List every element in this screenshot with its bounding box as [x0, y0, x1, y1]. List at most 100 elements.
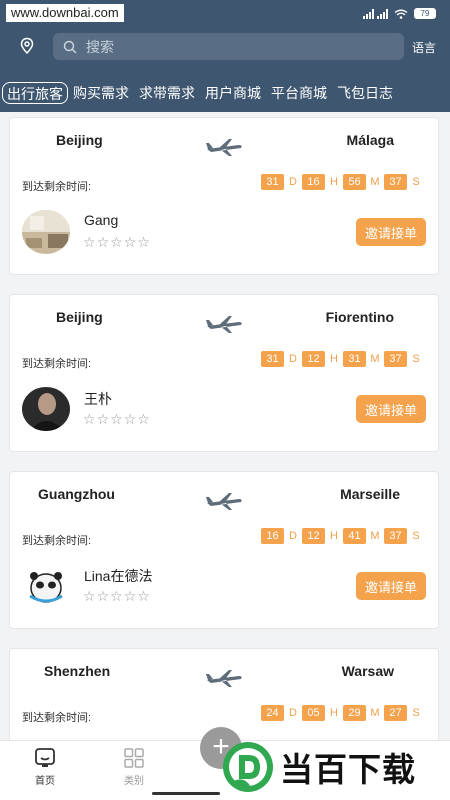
avatar[interactable] — [22, 564, 70, 608]
signal-icon — [363, 8, 388, 19]
countdown-days: 31 — [261, 351, 284, 367]
home-indicator[interactable] — [152, 792, 220, 795]
countdown-timer: 31 D 16 H 56 M 37 S — [261, 174, 421, 190]
invite-order-button[interactable]: 邀请接单 — [356, 395, 426, 423]
star-icon: ☆ — [137, 234, 150, 250]
countdown-days: 24 — [261, 705, 284, 721]
tab-travelers[interactable]: 出行旅客 — [2, 82, 68, 104]
countdown-minutes: 56 — [343, 174, 366, 190]
countdown-minutes: 31 — [343, 351, 366, 367]
seconds-unit: S — [412, 176, 420, 188]
countdown-days: 31 — [261, 174, 284, 190]
minutes-unit: M — [370, 176, 380, 188]
star-icon: ☆ — [110, 411, 123, 427]
minutes-unit: M — [370, 530, 380, 542]
countdown-hours: 12 — [302, 351, 325, 367]
rating-stars: ☆ ☆ ☆ ☆ ☆ — [83, 412, 150, 426]
user-name: Lina在德法 — [84, 568, 153, 584]
countdown-hours: 16 — [302, 174, 325, 190]
star-icon: ☆ — [83, 411, 96, 427]
seconds-unit: S — [412, 353, 420, 365]
countdown-days: 16 — [261, 528, 284, 544]
airplane-icon — [206, 493, 242, 510]
user-name: 王朴 — [84, 391, 112, 407]
seconds-unit: S — [412, 707, 420, 719]
category-tabs: 出行旅客 购买需求 求带需求 用户商城 平台商城 飞包日志 — [0, 82, 450, 104]
traveler-list[interactable]: Beijing Málaga 到达剩余时间: 31 D 16 H 56 M 37 S G… — [0, 112, 450, 740]
avatar[interactable] — [22, 210, 70, 254]
origin-city: Beijing — [56, 309, 103, 325]
nav-home-label: 首页 — [35, 776, 55, 787]
status-icons: 79 — [363, 8, 436, 19]
origin-city: Shenzhen — [44, 663, 111, 679]
seconds-unit: S — [412, 530, 420, 542]
top-header: www.downbai.com 79 语言 出行旅客 购买需求 求带需求 用户商… — [0, 0, 450, 112]
minutes-unit: M — [370, 353, 380, 365]
language-button[interactable]: 语言 — [412, 39, 436, 56]
battery-indicator: 79 — [414, 8, 436, 19]
traveler-card[interactable]: Shenzhen Warsaw 到达剩余时间: 24 D 05 H 29 M 27 S — [9, 648, 439, 740]
origin-city: Beijing — [56, 132, 103, 148]
hours-unit: H — [330, 530, 338, 542]
tab-user-mall[interactable]: 用户商城 — [200, 82, 266, 104]
star-icon: ☆ — [137, 588, 150, 604]
location-icon[interactable] — [18, 37, 36, 55]
days-unit: D — [289, 353, 297, 365]
traveler-card[interactable]: Beijing Málaga 到达剩余时间: 31 D 16 H 56 M 37 S G… — [9, 117, 439, 275]
countdown-minutes: 29 — [343, 705, 366, 721]
countdown-seconds: 37 — [384, 174, 407, 190]
countdown-hours: 12 — [302, 528, 325, 544]
tab-buy-requests[interactable]: 购买需求 — [68, 82, 134, 104]
days-unit: D — [289, 530, 297, 542]
avatar[interactable] — [22, 387, 70, 431]
countdown-hours: 05 — [302, 705, 325, 721]
watermark-url: www.downbai.com — [6, 4, 124, 22]
countdown-seconds: 37 — [384, 528, 407, 544]
destination-city: Marseille — [340, 486, 400, 502]
airplane-icon — [206, 670, 242, 687]
days-unit: D — [289, 176, 297, 188]
destination-city: Warsaw — [341, 663, 394, 679]
countdown-timer: 31 D 12 H 31 M 37 S — [261, 351, 421, 367]
nav-category-label: 类别 — [124, 776, 144, 787]
rating-stars: ☆ ☆ ☆ ☆ ☆ — [83, 235, 150, 249]
destination-city: Málaga — [346, 132, 394, 148]
star-icon: ☆ — [110, 588, 123, 604]
star-icon: ☆ — [96, 411, 110, 427]
home-icon — [35, 748, 55, 767]
star-icon: ☆ — [83, 588, 96, 604]
category-grid-icon — [124, 748, 144, 768]
origin-city: Guangzhou — [38, 486, 115, 502]
star-icon: ☆ — [96, 588, 110, 604]
hours-unit: H — [330, 176, 338, 188]
nav-home[interactable]: 首页 — [20, 747, 70, 787]
tab-platform-mall[interactable]: 平台商城 — [266, 82, 332, 104]
star-icon: ☆ — [123, 588, 137, 604]
traveler-card[interactable]: Beijing Fiorentino 到达剩余时间: 31 D 12 H 31 M 3… — [9, 294, 439, 452]
search-input[interactable] — [86, 38, 386, 55]
days-unit: D — [289, 707, 297, 719]
star-icon: ☆ — [110, 234, 123, 250]
wifi-icon — [394, 9, 408, 19]
star-icon: ☆ — [137, 411, 150, 427]
star-icon: ☆ — [123, 411, 137, 427]
tab-flight-log[interactable]: 飞包日志 — [332, 82, 398, 104]
invite-order-button[interactable]: 邀请接单 — [356, 218, 426, 246]
invite-order-button[interactable]: 邀请接单 — [356, 572, 426, 600]
countdown-timer: 16 D 12 H 41 M 37 S — [261, 528, 421, 544]
remaining-time-label: 到达剩余时间: — [22, 358, 92, 370]
watermark-text: 当百下载 — [280, 750, 416, 789]
tab-carry-requests[interactable]: 求带需求 — [134, 82, 200, 104]
search-bar[interactable] — [53, 33, 404, 60]
user-name: Gang — [84, 212, 119, 228]
star-icon: ☆ — [123, 234, 137, 250]
nav-category[interactable]: 类别 — [109, 747, 159, 787]
rating-stars: ☆ ☆ ☆ ☆ ☆ — [83, 589, 150, 603]
traveler-card[interactable]: Guangzhou Marseille 到达剩余时间: 16 D 12 H 41 M … — [9, 471, 439, 629]
countdown-timer: 24 D 05 H 29 M 27 S — [261, 705, 421, 721]
airplane-icon — [206, 316, 242, 333]
remaining-time-label: 到达剩余时间: — [22, 181, 92, 193]
countdown-seconds: 37 — [384, 351, 407, 367]
star-icon: ☆ — [83, 234, 96, 250]
remaining-time-label: 到达剩余时间: — [22, 535, 92, 547]
